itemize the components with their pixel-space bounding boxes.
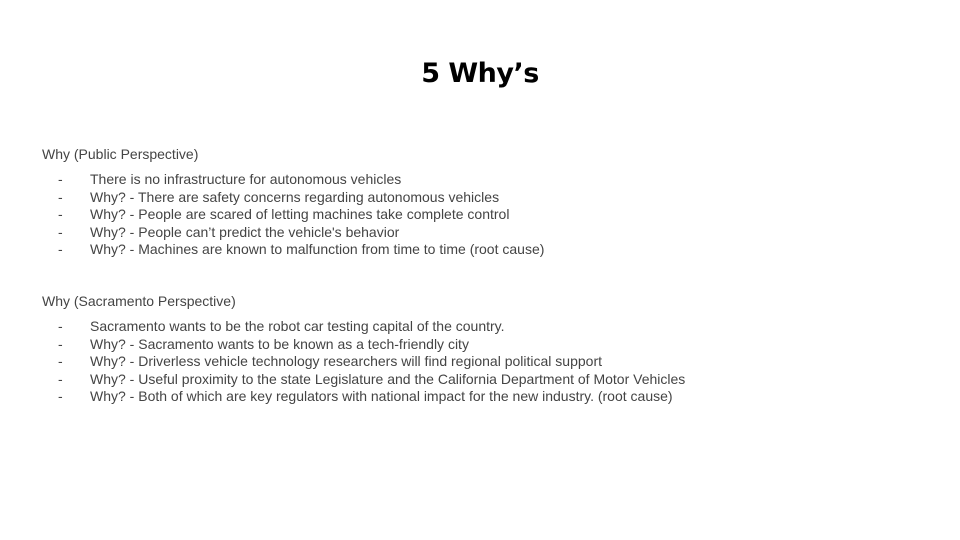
- bullet-dash: -: [58, 335, 63, 352]
- list-item-text: Why? - Sacramento wants to be known as a…: [90, 335, 469, 352]
- list-item: - Why? - People can’t predict the vehicl…: [42, 224, 922, 242]
- list-item: - Why? - People are scared of letting ma…: [42, 206, 922, 224]
- slide: 5 Why’s Why (Public Perspective) - There…: [0, 0, 960, 540]
- list-item: - Why? - Machines are known to malfuncti…: [42, 241, 922, 259]
- bullet-dash: -: [58, 171, 63, 187]
- list-item: - Sacramento wants to be the robot car t…: [42, 318, 922, 336]
- list-item-text: Why? - There are safety concerns regardi…: [90, 188, 500, 205]
- bullet-dash: -: [58, 353, 63, 369]
- list-item-text: Sacramento wants to be the robot car tes…: [90, 318, 505, 334]
- slide-title: 5 Why’s: [421, 58, 539, 89]
- list-item: - Why? - There are safety concerns regar…: [42, 189, 922, 207]
- list-item: - Why? - Both of which are key regulator…: [42, 388, 922, 406]
- list-item-text: Why? - People are scared of letting mach…: [90, 206, 510, 222]
- list-item-text: Why? - Useful proximity to the state Leg…: [90, 370, 686, 387]
- section-heading: Why (Public Perspective): [42, 146, 199, 162]
- bullet-dash: -: [58, 370, 63, 387]
- bullet-dash: -: [58, 223, 63, 240]
- bullet-dash: -: [58, 188, 63, 205]
- bullet-dash: -: [58, 241, 63, 257]
- bullet-list: - There is no infrastructure for autonom…: [42, 171, 922, 259]
- list-item: - Why? - Useful proximity to the state L…: [42, 371, 922, 389]
- bullet-dash: -: [58, 388, 63, 404]
- list-item-text: Why? - People can’t predict the vehicle'…: [90, 223, 400, 240]
- bullet-dash: -: [58, 206, 63, 222]
- section-heading: Why (Sacramento Perspective): [42, 293, 236, 309]
- sacramento-perspective-section: Why (Sacramento Perspective) - Sacrament…: [42, 292, 922, 406]
- list-item: - There is no infrastructure for autonom…: [42, 171, 922, 189]
- list-item: - Why? - Driverless vehicle technology r…: [42, 353, 922, 371]
- public-perspective-section: Why (Public Perspective) - There is no i…: [42, 145, 922, 259]
- list-item-text: There is no infrastructure for autonomou…: [90, 171, 402, 187]
- list-item: - Why? - Sacramento wants to be known as…: [42, 336, 922, 354]
- bullet-dash: -: [58, 318, 63, 334]
- list-item-text: Why? - Both of which are key regulators …: [90, 388, 673, 404]
- list-item-text: Why? - Machines are known to malfunction…: [90, 241, 545, 257]
- bullet-list: - Sacramento wants to be the robot car t…: [42, 318, 922, 406]
- list-item-text: Why? - Driverless vehicle technology res…: [90, 353, 602, 369]
